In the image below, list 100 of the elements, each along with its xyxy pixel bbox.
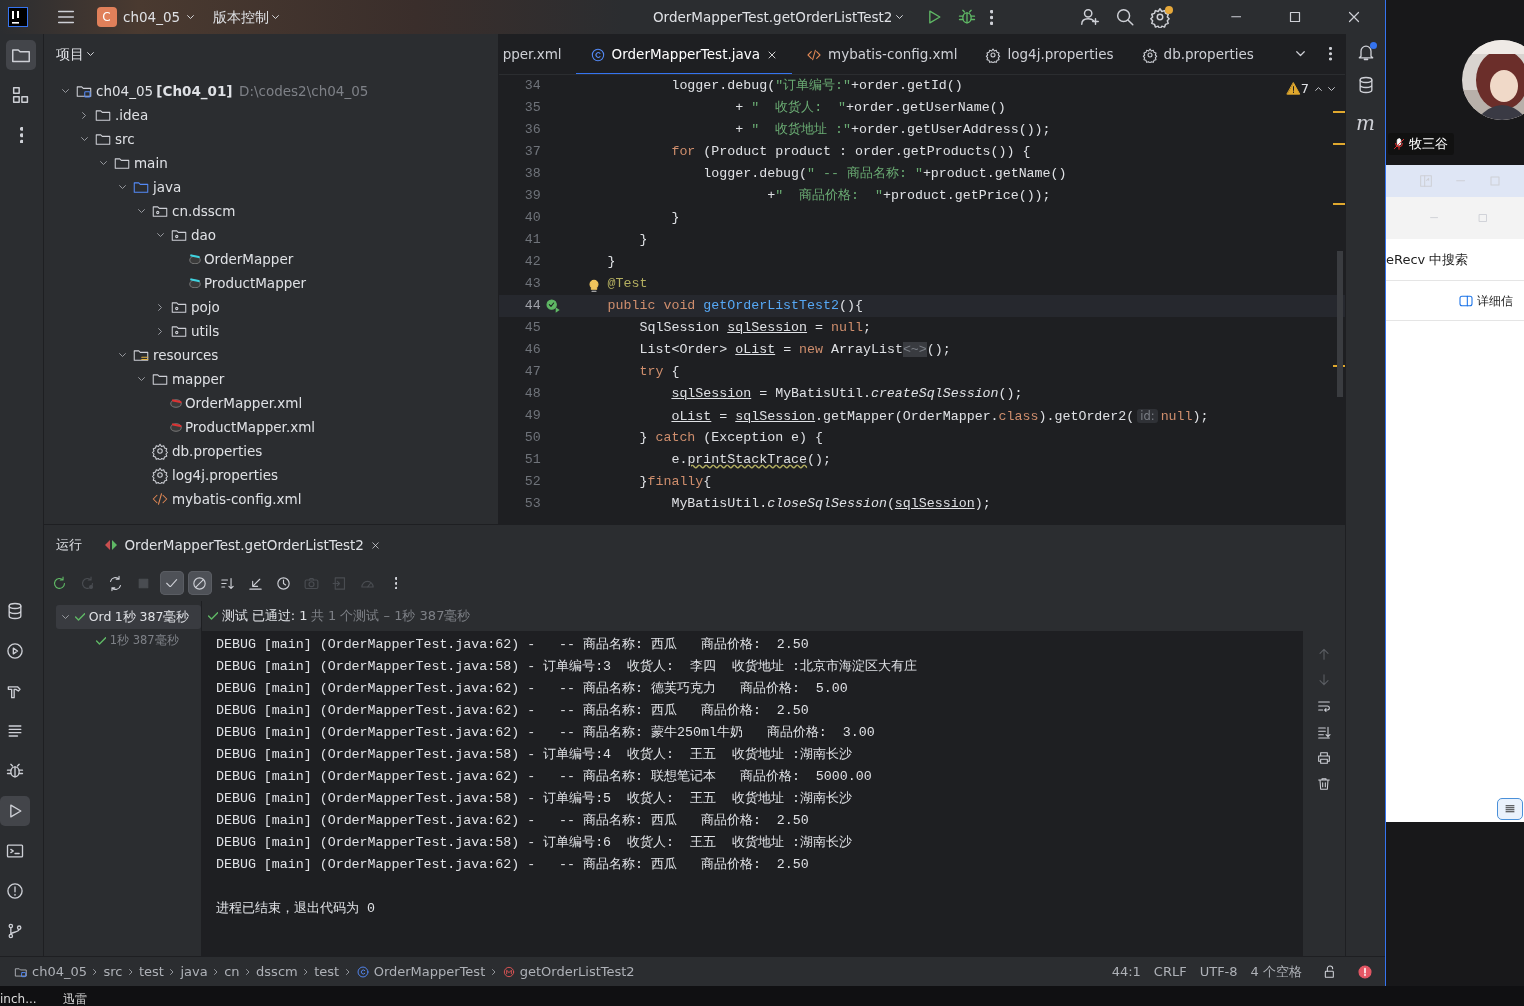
tree-item[interactable]: resources [152,344,219,366]
run-test-button[interactable] [544,298,561,314]
caret-icon [895,14,903,20]
project-selector[interactable]: C ch04_05 [96,6,194,28]
indent-setting[interactable]: 4 个空格 [1250,961,1302,982]
tree-item[interactable]: db.properties [171,440,263,462]
breadcrumb[interactable]: getOrderListTest2 [519,961,635,982]
tool-window-button[interactable] [0,796,30,826]
chevron-down-icon [118,184,126,190]
warning-count[interactable]: 7 [1285,79,1310,99]
console-line: DEBUG [main] (OrderMapperTest.java:62) - -- 商品名称: 蒙牛250ml牛奶 商品价格: 3.00 [215,724,875,742]
tree-item[interactable]: ProductMapper.xml [184,416,316,438]
file-encoding[interactable]: UTF-8 [1199,961,1238,982]
line-number: 50 [523,429,541,447]
muted-mic-icon [1392,136,1406,151]
toolbar-button[interactable] [187,571,212,595]
breadcrumb[interactable]: java [180,961,208,982]
add-user-button[interactable] [1079,6,1101,28]
tree-item[interactable]: cn.dsscm [171,200,236,222]
check-icon [166,578,178,588]
tree-item[interactable]: utils [190,320,220,342]
gear-icon [150,442,169,460]
cursor-position[interactable]: 44:1 [1111,961,1141,982]
maven-button[interactable]: m [1356,108,1375,138]
chevron-down-icon [80,136,88,142]
chevron-down-icon [61,614,69,620]
tree-item[interactable]: ch04_05 [95,80,154,102]
code-line: } [606,253,616,271]
line-number: 49 [523,407,541,425]
line-ending[interactable]: CRLF [1153,961,1187,982]
tool-window-button[interactable] [6,40,37,70]
previous-button[interactable] [1315,86,1323,91]
editor-tab[interactable]: OrderMapperTest.java [575,34,793,74]
view-button[interactable] [1497,798,1523,820]
details-button[interactable]: 详细信 [1458,291,1514,310]
check-icon [74,613,86,621]
code-line: }finally{ [638,473,712,491]
chevu-icon [1315,86,1323,91]
run-config-selector[interactable]: OrderMapperTest.getOrderListTest2 [652,6,903,28]
line-number: 37 [523,143,541,161]
tree-item[interactable]: .idea [114,104,149,126]
trash-icon [1316,776,1333,792]
breadcrumb[interactable]: cn [224,961,240,982]
tree-item[interactable]: ProductMapper [203,272,307,294]
line-number: 51 [523,451,541,469]
more-button[interactable] [989,9,993,25]
tree-item[interactable]: java [152,176,182,198]
tree-item[interactable]: log4j.properties [171,464,279,486]
project-view-selector[interactable]: 项目 [55,43,95,65]
toolbar-button[interactable] [159,571,184,595]
next-button[interactable] [1328,86,1336,91]
tree-item[interactable]: mapper [171,368,225,390]
gear-icon [1141,46,1158,63]
taskbar-item[interactable]: 迅雷 [62,992,87,1006]
breadcrumb[interactable]: src [103,961,123,982]
project-path: D:\codes2\ch04_05 [239,81,369,101]
console-line: DEBUG [main] (OrderMapperTest.java:62) - -- 商品名称: 西瓜 商品价格: 2.50 [215,636,809,654]
snap-icon [1418,173,1434,189]
tree-item[interactable]: main [133,152,168,174]
line-number: 46 [523,341,541,359]
console-line: DEBUG [main] (OrderMapperTest.java:62) - -- 商品名称: 西瓜 商品价格: 2.50 [215,702,809,720]
chevron-right-icon [304,968,308,975]
editor-tab[interactable]: db.properties [1127,34,1268,74]
tree-item[interactable]: src [114,128,135,150]
alert-icon [5,881,25,901]
vcs-menu[interactable]: 版本控制 [213,6,280,28]
line-number: 35 [523,99,541,117]
taskbar-item[interactable]: inch... [0,992,37,1006]
breadcrumb[interactable]: dsscm [256,961,298,982]
tree-item[interactable]: OrderMapper [203,248,294,270]
userplus-icon [1079,6,1101,28]
search-button[interactable] [1114,6,1136,28]
run-tab[interactable]: OrderMapperTest.getOrderListTest2 [103,534,382,556]
chevron-down-icon [99,160,107,166]
test-name[interactable]: Ord [88,607,112,627]
editor-tab[interactable]: mybatis-config.xml [792,34,972,74]
tree-item[interactable]: OrderMapper.xml [184,392,303,414]
settings-button[interactable] [1149,6,1171,28]
console-line: DEBUG [main] (OrderMapperTest.java:58) - 订单编号:3 收货人: 李四 收货地址 :北京市海淀区大有庄 [215,658,917,676]
editor-tab[interactable]: pper.xml [498,34,576,74]
editor-tab[interactable]: log4j.properties [971,34,1128,74]
code-icon [150,490,169,508]
chevron-right-icon [246,968,250,975]
breadcrumb[interactable]: OrderMapperTest [373,961,486,982]
breadcrumb[interactable]: test [138,961,164,982]
code-line: MyBatisUtil.closeSqlSession(sqlSession); [670,495,991,513]
tree-item[interactable]: mybatis-config.xml [171,488,302,510]
line-number: 43 [523,275,541,293]
more-icon [1328,47,1332,61]
line-number: 34 [523,77,541,95]
tree-item[interactable]: dao [190,224,217,246]
code-line: + " 收货地址 :"+order.getUserAddress()); [734,121,1051,139]
test-duration: 1秒 387毫秒 [114,607,190,626]
settings-icon [1149,6,1171,28]
line-number: 47 [523,363,541,381]
panel-title: 运行 [55,536,82,555]
search-field[interactable]: eRecv 中搜索 [1386,249,1469,270]
breadcrumb[interactable]: ch04_05 [32,961,87,982]
breadcrumb[interactable]: test [314,961,340,982]
tree-item[interactable]: pojo [190,296,220,318]
